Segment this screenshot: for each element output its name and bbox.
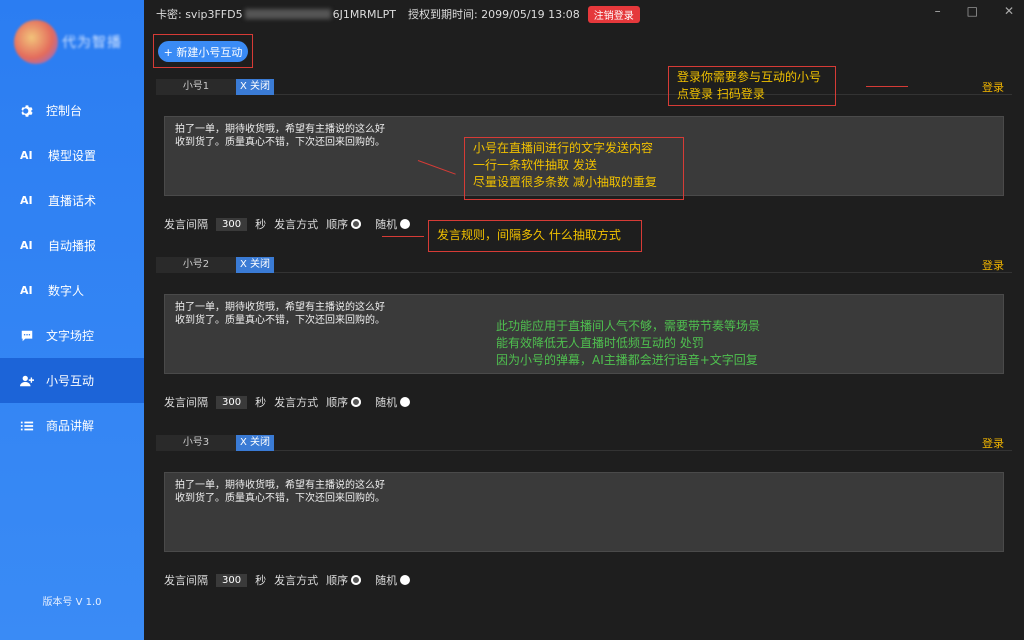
interval-input[interactable]: 300 — [216, 573, 248, 587]
mode-random-radio[interactable] — [400, 397, 411, 407]
account-header: 小号3 X 关闭 登录 — [156, 435, 1012, 451]
mode-sequential-label: 顺序 — [326, 574, 349, 587]
mode-sequential-label: 顺序 — [326, 218, 349, 231]
sidebar-item-label: 商品讲解 — [46, 419, 95, 433]
interval-input[interactable]: 300 — [216, 217, 248, 231]
mode-sequential-radio[interactable] — [351, 575, 362, 585]
new-button-highlight: + 新建小号互动 — [153, 34, 253, 68]
sidebar-item-alt-account-interaction[interactable]: 小号互动 — [0, 358, 144, 403]
list-icon — [18, 417, 36, 435]
sidebar: 代为智播 控制台 AI 模型设置 AI 直播话术 AI 自动播报 AI 数字人 — [0, 0, 144, 640]
account-messages-textarea[interactable] — [164, 472, 1004, 552]
interval-input[interactable]: 300 — [216, 395, 248, 409]
sidebar-item-label: 模型设置 — [48, 149, 97, 163]
account-header: 小号1 X 关闭 登录 — [156, 79, 1012, 95]
user-plus-icon — [18, 372, 36, 390]
ai-icon: AI — [20, 149, 33, 162]
interval-unit: 秒 — [255, 218, 267, 231]
mode-random-label: 随机 — [375, 396, 398, 409]
alt-account-panel-3: 小号3 X 关闭 登录 发言间隔 300 秒 发言方式 顺序 随机 — [156, 435, 1012, 595]
account-rules: 发言间隔 300 秒 发言方式 顺序 随机 — [164, 215, 424, 233]
annotation-rules-note: 发言规则，间隔多久 什么抽取方式 — [428, 220, 642, 252]
mode-label: 发言方式 — [274, 396, 319, 409]
account-header: 小号2 X 关闭 登录 — [156, 257, 1012, 273]
interval-label: 发言间隔 — [164, 574, 208, 587]
maximize-icon[interactable]: □ — [967, 4, 978, 18]
account-rules: 发言间隔 300 秒 发言方式 顺序 随机 — [164, 571, 424, 589]
mode-random-radio[interactable] — [400, 575, 411, 585]
window-controls: – □ ✕ — [935, 4, 1014, 18]
ai-icon: AI — [20, 194, 33, 207]
new-alt-account-button[interactable]: + 新建小号互动 — [158, 41, 248, 62]
sidebar-item-digital-human[interactable]: AI 数字人 — [0, 268, 144, 313]
ai-icon: AI — [20, 284, 33, 297]
account-rules: 发言间隔 300 秒 发言方式 顺序 随机 — [164, 393, 424, 411]
annotation-login-note: 登录你需要参与互动的小号 点登录 扫码登录 — [668, 66, 836, 106]
mode-sequential-label: 顺序 — [326, 396, 349, 409]
interval-unit: 秒 — [255, 574, 267, 587]
sidebar-item-console[interactable]: 控制台 — [0, 88, 144, 133]
sidebar-item-live-script[interactable]: AI 直播话术 — [0, 178, 144, 223]
logo-image — [14, 20, 58, 64]
sidebar-item-label: 数字人 — [48, 284, 85, 298]
minimize-icon[interactable]: – — [935, 4, 941, 18]
card-key-suffix: 6J1MRMLPT — [332, 7, 396, 21]
version-label: 版本号 V 1.0 — [42, 597, 102, 608]
close-icon[interactable]: ✕ — [1004, 4, 1014, 18]
logout-button[interactable]: 注销登录 — [587, 5, 640, 23]
mode-sequential-radio[interactable] — [351, 219, 362, 229]
sidebar-item-label: 自动播报 — [48, 239, 97, 253]
header: 卡密: svip3FFD5 6J1MRMLPT 授权到期时间: 2099/05/… — [144, 0, 1024, 28]
expire-time: 授权到期时间: 2099/05/19 13:08 — [407, 8, 580, 21]
account-close-button[interactable]: X 关闭 — [236, 435, 274, 451]
app-logo: 代为智播 — [10, 12, 138, 72]
mode-label: 发言方式 — [274, 574, 319, 587]
account-name: 小号1 — [156, 79, 236, 95]
sidebar-item-text-control[interactable]: 文字场控 — [0, 313, 144, 358]
sidebar-item-model-settings[interactable]: AI 模型设置 — [0, 133, 144, 178]
gear-icon — [18, 102, 36, 120]
card-key-label: 卡密: svip3FFD5 — [156, 8, 243, 21]
annotation-arrow — [382, 236, 424, 237]
sidebar-item-label: 小号互动 — [46, 374, 95, 388]
annotation-content-note: 小号在直播间进行的文字发送内容 一行一条软件抽取 发送 尽量设置很多条数 减小抽… — [464, 137, 684, 200]
mode-random-label: 随机 — [375, 218, 398, 231]
mode-random-radio[interactable] — [400, 219, 411, 229]
account-login-button[interactable]: 登录 — [982, 79, 1004, 95]
interval-label: 发言间隔 — [164, 218, 208, 231]
sidebar-item-label: 控制台 — [46, 104, 83, 118]
chat-icon — [18, 327, 36, 345]
sidebar-item-product-explain[interactable]: 商品讲解 — [0, 403, 144, 448]
mode-sequential-radio[interactable] — [351, 397, 362, 407]
sidebar-item-label: 文字场控 — [46, 329, 95, 343]
account-name: 小号2 — [156, 257, 236, 273]
annotation-arrow — [866, 86, 908, 87]
sidebar-nav: 控制台 AI 模型设置 AI 直播话术 AI 自动播报 AI 数字人 文字场控 — [0, 88, 144, 448]
account-login-button[interactable]: 登录 — [982, 435, 1004, 451]
interval-unit: 秒 — [255, 396, 267, 409]
ai-icon: AI — [20, 239, 33, 252]
account-close-button[interactable]: X 关闭 — [236, 79, 274, 95]
sidebar-item-auto-broadcast[interactable]: AI 自动播报 — [0, 223, 144, 268]
account-login-button[interactable]: 登录 — [982, 257, 1004, 273]
mode-label: 发言方式 — [274, 218, 319, 231]
mode-random-label: 随机 — [375, 574, 398, 587]
account-close-button[interactable]: X 关闭 — [236, 257, 274, 273]
sidebar-item-label: 直播话术 — [48, 194, 97, 208]
card-key-masked — [244, 9, 331, 19]
interval-label: 发言间隔 — [164, 396, 208, 409]
account-name: 小号3 — [156, 435, 236, 451]
logo-text: 代为智播 — [62, 35, 122, 51]
annotation-feature-note: 此功能应用于直播间人气不够，需要带节奏等场景 能有效降低无人直播时低频互动的 处… — [496, 319, 761, 367]
